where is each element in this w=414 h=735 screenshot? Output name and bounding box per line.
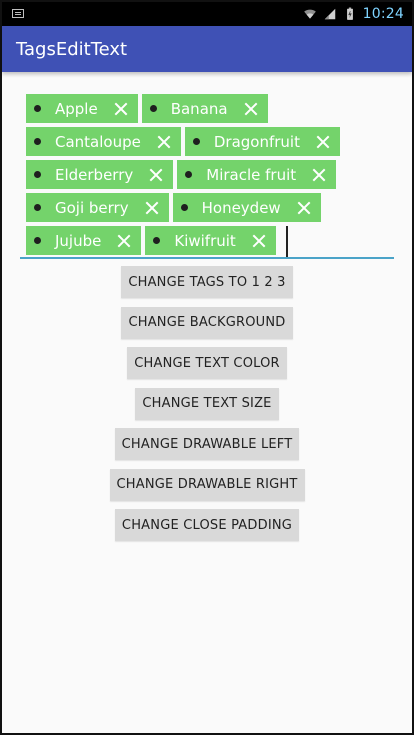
close-icon[interactable] [143,199,161,217]
dot-icon [192,138,200,145]
tag-chip[interactable]: Cantaloupe [26,127,181,156]
status-right: 10:24 [303,2,404,26]
signal-icon [324,8,335,20]
content: Apple Banana Cantaloupe Dragonfruit Elde… [2,72,412,733]
tag-chip[interactable]: Dragonfruit [184,127,340,156]
change-background-button[interactable]: CHANGE BACKGROUND [121,306,293,339]
close-icon[interactable] [242,100,260,118]
keyboard-icon [12,9,24,18]
tag-chip[interactable]: Elderberry [26,160,174,189]
tag-label: Banana [170,99,228,118]
app-bar: TagsEditText [2,26,412,72]
app-title: TagsEditText [16,39,128,60]
tag-chip[interactable]: Kiwifruit [145,226,276,255]
change-close-padding-button[interactable]: CHANGE CLOSE PADDING [114,509,300,541]
change-tags-button[interactable]: CHANGE TAGS TO 1 2 3 [121,266,293,298]
tag-chip[interactable]: Apple [26,94,138,123]
dot-icon [34,204,41,211]
change-drawable-left-button[interactable]: CHANGE DRAWABLE LEFT [114,428,300,460]
dot-icon [185,171,193,178]
status-bar: 10:24 [2,2,412,26]
tag-label: Dragonfruit [213,132,300,151]
close-icon[interactable] [147,166,165,184]
tag-label: Miracle fruit [206,165,297,184]
dot-icon [149,105,157,112]
dot-icon [34,105,41,112]
close-icon[interactable] [112,100,130,118]
change-text-color-button[interactable]: CHANGE TEXT COLOR [127,347,287,379]
change-drawable-right-button[interactable]: CHANGE DRAWABLE RIGHT [109,468,305,501]
tag-label: Elderberry [55,165,134,184]
dot-icon [153,237,161,244]
button-list: CHANGE TAGS TO 1 2 3 CHANGE BACKGROUND C… [2,266,412,550]
tag-label: Apple [55,99,98,118]
close-icon[interactable] [250,232,268,250]
change-text-size-button[interactable]: CHANGE TEXT SIZE [135,387,279,420]
dot-icon [34,171,41,178]
tag-label: Honeydew [201,198,281,217]
phone-screen: 10:24 TagsEditText Apple Banana Cantalou… [0,0,414,735]
tag-label: Kiwifruit [174,231,236,250]
close-icon[interactable] [314,133,332,151]
text-cursor [285,226,288,257]
status-time: 10:24 [362,6,404,22]
battery-icon [346,7,353,20]
tag-chip[interactable]: Jujube [26,226,142,255]
close-icon[interactable] [295,199,313,217]
tag-chip[interactable]: Banana [141,94,268,123]
tag-label: Jujube [55,231,102,250]
tag-chip[interactable]: Goji berry [26,193,169,222]
tag-chip[interactable]: Honeydew [172,193,321,222]
wifi-icon [303,9,316,19]
close-icon[interactable] [310,166,328,184]
tag-chip[interactable]: Miracle fruit [177,160,337,189]
edittext-underline [20,257,394,259]
close-icon[interactable] [115,232,133,250]
tag-label: Goji berry [55,198,129,217]
dot-icon [180,204,188,211]
tags-edittext[interactable]: Apple Banana Cantaloupe Dragonfruit Elde… [20,94,394,261]
close-icon[interactable] [155,133,173,151]
dot-icon [34,237,41,244]
dot-icon [34,138,41,145]
tags-container: Apple Banana Cantaloupe Dragonfruit Elde… [26,94,394,257]
tag-label: Cantaloupe [55,132,141,151]
